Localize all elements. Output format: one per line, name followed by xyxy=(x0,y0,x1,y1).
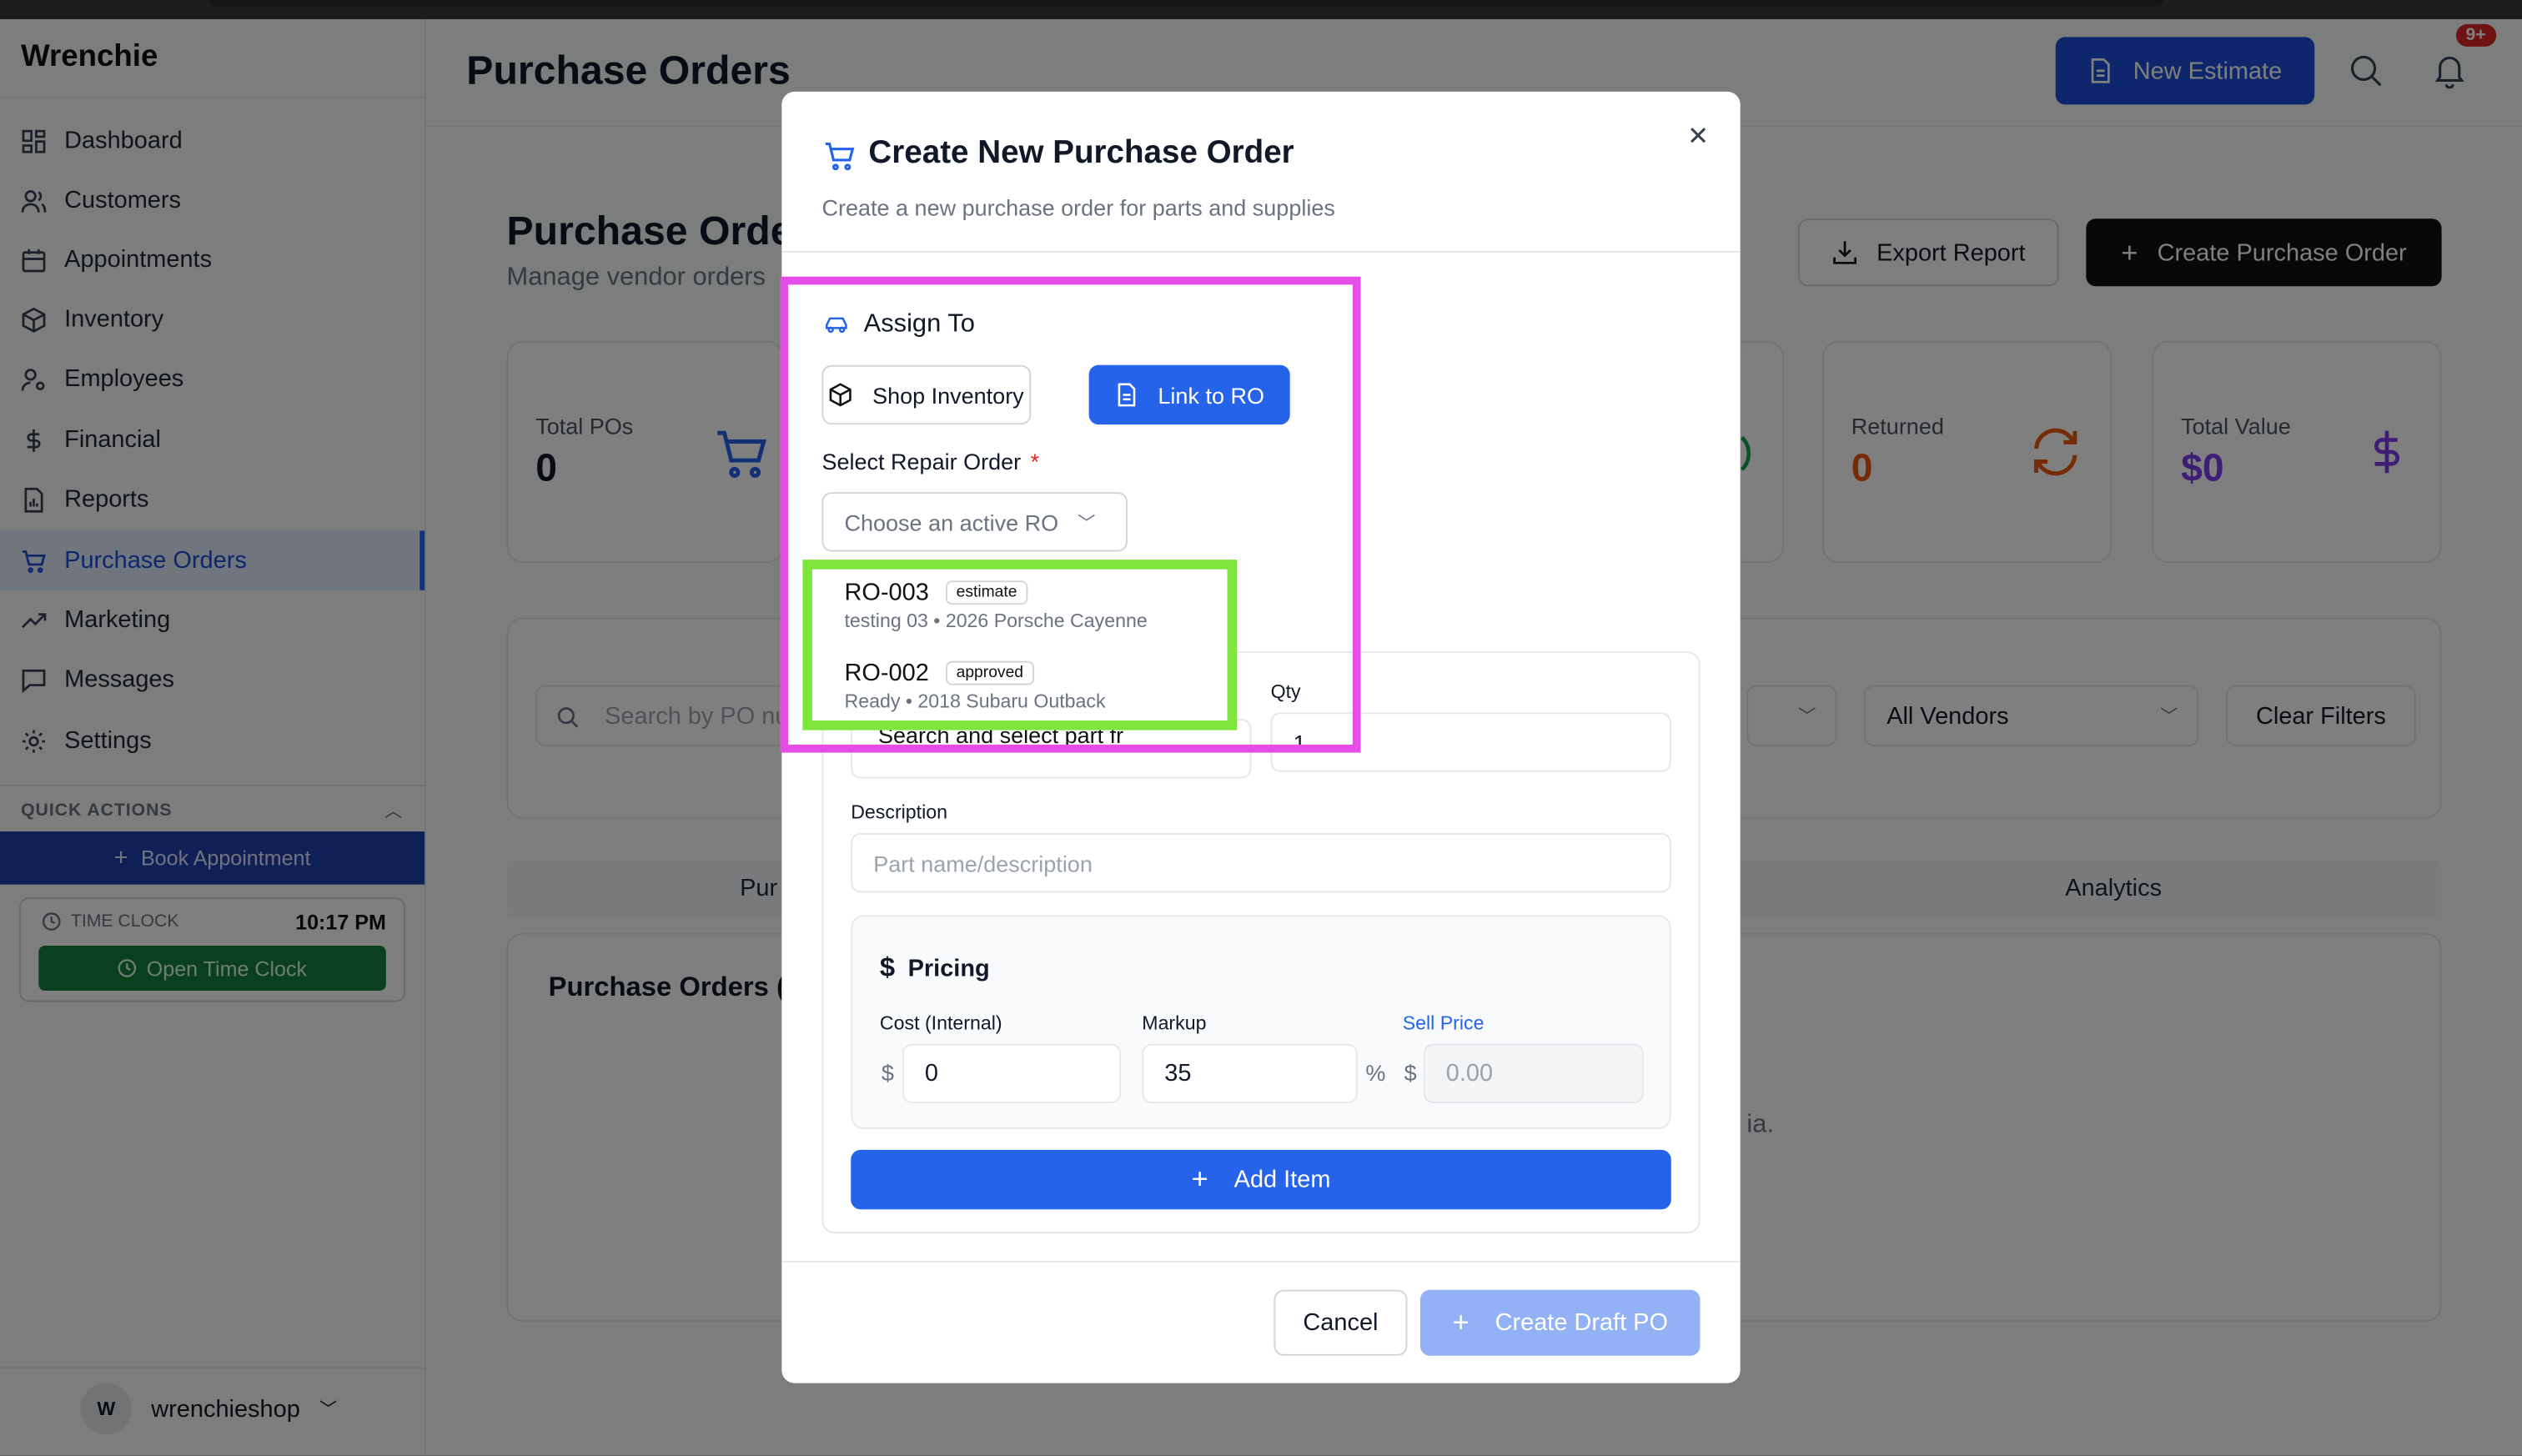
currency-symbol: $ xyxy=(1404,1059,1417,1086)
pricing-section: $ Pricing Cost (Internal) Markup Sell Pr… xyxy=(851,915,1671,1129)
dollar-icon: $ xyxy=(879,951,896,983)
add-item-button[interactable]: + Add Item xyxy=(851,1149,1671,1210)
markup-label: Markup xyxy=(1142,1012,1207,1035)
plus-icon: + xyxy=(1452,1305,1469,1338)
create-draft-po-button[interactable]: + Create Draft PO xyxy=(1419,1289,1701,1356)
cost-label: Cost (Internal) xyxy=(879,1012,1002,1035)
cost-input[interactable]: 0 xyxy=(902,1043,1122,1103)
dialog-footer-divider xyxy=(781,1260,1741,1263)
sell-price-label: Sell Price xyxy=(1402,1012,1485,1035)
plus-icon: + xyxy=(1191,1162,1208,1195)
description-label: Description xyxy=(851,801,947,824)
ro-option-detail: testing 03 • 2026 Porsche Cayenne xyxy=(844,609,1148,632)
markup-input[interactable]: 35 xyxy=(1142,1043,1358,1103)
currency-symbol: $ xyxy=(881,1059,894,1086)
create-draft-po-label: Create Draft PO xyxy=(1495,1308,1668,1337)
dialog-divider xyxy=(781,250,1741,253)
ro-option-id: RO-003 xyxy=(844,579,929,607)
status-badge: estimate xyxy=(945,580,1028,605)
repair-order-dropdown: RO-003 estimate testing 03 • 2026 Porsch… xyxy=(802,560,1238,731)
pricing-title: Pricing xyxy=(907,954,990,982)
add-item-label: Add Item xyxy=(1233,1166,1331,1193)
dialog-title: Create New Purchase Order xyxy=(868,134,1294,171)
app-window: Wrenchie Dashboard Customers Appointment… xyxy=(0,0,2522,1456)
ro-option-id: RO-002 xyxy=(844,659,929,687)
pricing-heading: $ Pricing xyxy=(880,952,990,985)
description-input[interactable]: Part name/description xyxy=(851,832,1671,893)
ro-option-title: RO-003 estimate xyxy=(844,579,1147,606)
ro-option-ro-002[interactable]: RO-002 approved Ready • 2018 Subaru Outb… xyxy=(844,660,1105,713)
close-icon[interactable]: ✕ xyxy=(1687,121,1709,153)
ro-option-ro-003[interactable]: RO-003 estimate testing 03 • 2026 Porsch… xyxy=(844,579,1147,632)
cancel-button[interactable]: Cancel xyxy=(1274,1289,1408,1356)
ro-option-detail: Ready • 2018 Subaru Outback xyxy=(844,690,1106,713)
percent-symbol: % xyxy=(1365,1059,1386,1086)
dialog-subtitle: Create a new purchase order for parts an… xyxy=(821,194,1335,221)
cart-icon xyxy=(825,143,855,171)
status-badge: approved xyxy=(945,660,1035,685)
ro-option-title: RO-002 approved xyxy=(844,659,1105,687)
sell-price-input: 0.00 xyxy=(1423,1043,1644,1103)
